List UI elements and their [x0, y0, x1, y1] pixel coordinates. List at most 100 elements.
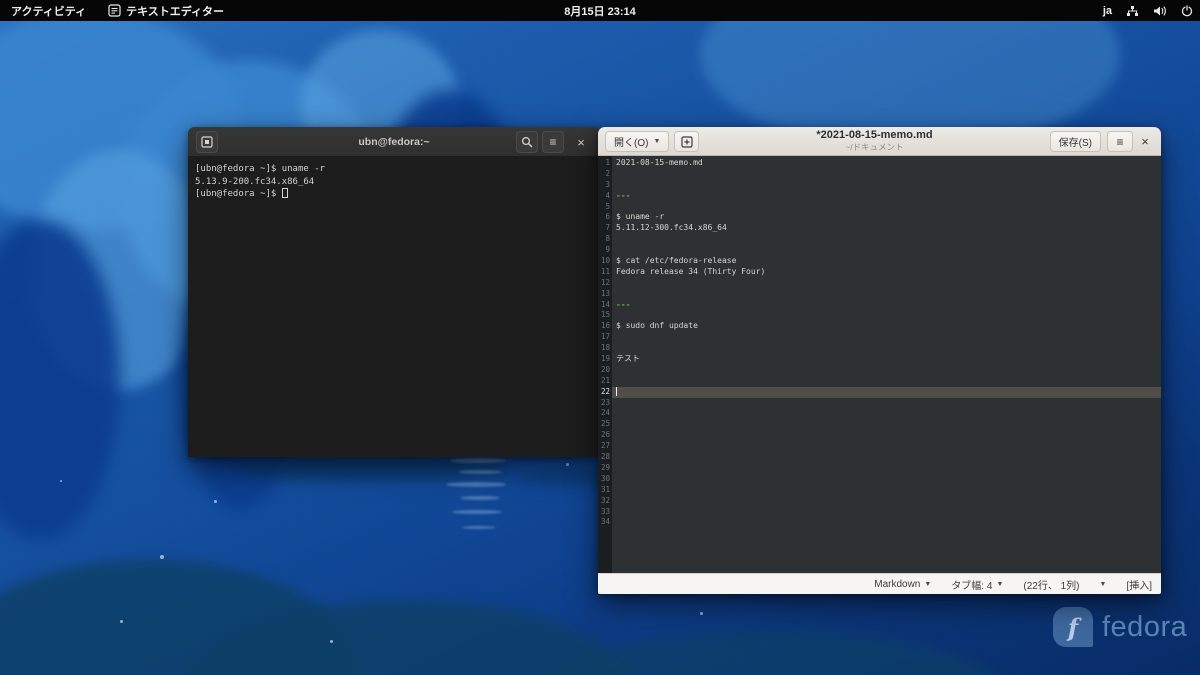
editor-line[interactable] — [612, 398, 1161, 409]
network-icon[interactable] — [1119, 0, 1146, 21]
hamburger-menu-icon[interactable]: ≡ — [1107, 131, 1133, 152]
volume-icon[interactable] — [1146, 0, 1174, 21]
line-number: 29 — [600, 462, 610, 472]
save-button[interactable]: 保存(S) — [1049, 131, 1101, 152]
input-method-indicator[interactable]: ja — [1096, 0, 1119, 21]
terminal-line: [ubn@fedora ~]$ — [195, 188, 593, 201]
clock-label: 8月15日 23:14 — [564, 5, 636, 18]
insert-mode-indicator: [挿入] — [1126, 577, 1152, 592]
text-cursor — [616, 386, 617, 396]
search-icon[interactable] — [516, 131, 538, 153]
moonlight-reflection — [446, 482, 506, 487]
editor-line[interactable]: テスト — [612, 354, 1161, 365]
editor-line[interactable] — [612, 234, 1161, 245]
close-icon[interactable]: × — [570, 131, 592, 153]
editor-text-area[interactable]: 1 2 3 4 5 6 7 8 9 10 11 12 13 14 15 16 17 18 19 20 21 22 23 24 2… — [598, 156, 1161, 573]
line-number: 3 — [605, 179, 610, 189]
line-number: 15 — [600, 310, 610, 320]
editor-line[interactable] — [612, 202, 1161, 213]
line-number: 19 — [600, 354, 610, 364]
app-menu-button[interactable]: テキストエディター — [97, 0, 235, 21]
moonlight-reflection — [452, 510, 502, 514]
editor-line[interactable] — [612, 169, 1161, 180]
tab-width-selector[interactable]: タブ幅: 4 ▼ — [951, 577, 1003, 592]
fedora-watermark: f fedora — [1053, 607, 1187, 647]
editor-line[interactable] — [612, 485, 1161, 496]
terminal-line: 5.13.9-200.fc34.x86_64 — [195, 176, 315, 187]
line-number: 33 — [600, 506, 610, 516]
editor-line[interactable] — [612, 408, 1161, 419]
editor-line[interactable]: --- — [612, 191, 1161, 202]
line-number: 4 — [605, 190, 610, 200]
editor-line[interactable] — [612, 278, 1161, 289]
chevron-down-icon: ▼ — [996, 580, 1004, 588]
terminal-cursor — [281, 188, 288, 198]
line-number: 16 — [600, 321, 610, 331]
editor-headerbar[interactable]: 開く(O) ▼ *2021-08-15-memo.md ~/ドキュメント 保存(… — [598, 127, 1161, 156]
chevron-down-icon: ▼ — [924, 580, 932, 588]
editor-line[interactable] — [612, 289, 1161, 300]
editor-line[interactable] — [612, 245, 1161, 256]
goto-line-dropdown[interactable]: ▼ — [1100, 581, 1107, 588]
language-selector[interactable]: Markdown ▼ — [874, 579, 931, 590]
cursor-position[interactable]: (22行、 1列) — [1023, 577, 1079, 592]
editor-line[interactable] — [612, 365, 1161, 376]
focused-app-name: テキストエディター — [126, 5, 225, 18]
editor-line[interactable] — [612, 517, 1161, 528]
open-button-label: 開く(O) — [614, 138, 649, 149]
text-editor-window: 開く(O) ▼ *2021-08-15-memo.md ~/ドキュメント 保存(… — [598, 127, 1161, 594]
cursor-position-label: (22行、 1列) — [1023, 580, 1080, 592]
line-number: 25 — [600, 419, 610, 429]
editor-line[interactable] — [612, 430, 1161, 441]
line-number: 22 — [600, 386, 610, 396]
editor-line[interactable] — [612, 452, 1161, 463]
editor-line[interactable]: 5.11.12-300.fc34.x86_64 — [612, 223, 1161, 234]
editor-line[interactable] — [612, 474, 1161, 485]
system-status-area[interactable]: ja — [1096, 0, 1200, 21]
terminal-line: [ubn@fedora ~]$ uname -r — [195, 164, 326, 174]
moonlight-reflection — [460, 496, 500, 500]
activities-label: アクティビティ — [11, 5, 87, 18]
document-title: *2021-08-15-memo.md — [816, 129, 933, 141]
line-number: 12 — [600, 277, 610, 287]
editor-line[interactable] — [612, 332, 1161, 343]
editor-line[interactable]: Fedora release 34 (Thirty Four) — [612, 267, 1161, 278]
close-icon[interactable]: × — [1136, 131, 1154, 152]
editor-line[interactable] — [612, 343, 1161, 354]
editor-line[interactable] — [612, 507, 1161, 518]
editor-line[interactable] — [612, 386, 1161, 398]
line-number: 6 — [605, 212, 610, 222]
editor-line[interactable]: 2021-08-15-memo.md — [612, 158, 1161, 169]
open-button[interactable]: 開く(O) ▼ — [605, 131, 670, 152]
fedora-logo-text: fedora — [1102, 610, 1188, 643]
terminal-output[interactable]: [ubn@fedora ~]$ uname -r 5.13.9-200.fc34.… — [188, 157, 600, 207]
line-number: 9 — [605, 245, 610, 255]
editor-line[interactable] — [612, 463, 1161, 474]
editor-line[interactable] — [612, 376, 1161, 387]
editor-line[interactable]: $ cat /etc/fedora-release — [612, 256, 1161, 267]
editor-line[interactable]: $ sudo dnf update — [612, 321, 1161, 332]
moonlight-reflection — [462, 526, 496, 529]
editor-line[interactable] — [612, 441, 1161, 452]
sparkle-dot — [214, 500, 217, 503]
sparkle-dot — [566, 463, 569, 466]
activities-button[interactable]: アクティビティ — [0, 0, 97, 21]
new-document-button[interactable] — [674, 131, 699, 152]
terminal-headerbar[interactable]: ubn@fedora:~ ≡ × — [188, 127, 600, 157]
wallpaper-shape — [520, 630, 1020, 675]
editor-line[interactable]: $ uname -r — [612, 212, 1161, 223]
editor-line[interactable] — [612, 310, 1161, 321]
editor-line[interactable] — [612, 419, 1161, 430]
editor-line[interactable]: --- — [612, 300, 1161, 311]
editor-content[interactable]: 2021-08-15-memo.md --- $ uname -r 5.11.12-3… — [612, 156, 1161, 573]
line-number: 7 — [605, 223, 610, 233]
terminal-window: ubn@fedora:~ ≡ × [ubn@fedora ~]$ uname -… — [188, 127, 600, 457]
power-icon[interactable] — [1174, 0, 1200, 21]
save-button-label: 保存(S) — [1058, 138, 1092, 149]
line-number: 1 — [605, 158, 610, 167]
line-number: 8 — [605, 234, 610, 244]
hamburger-menu-icon[interactable]: ≡ — [542, 131, 564, 153]
sparkle-dot — [120, 620, 123, 623]
editor-line[interactable] — [612, 496, 1161, 507]
editor-line[interactable] — [612, 180, 1161, 191]
